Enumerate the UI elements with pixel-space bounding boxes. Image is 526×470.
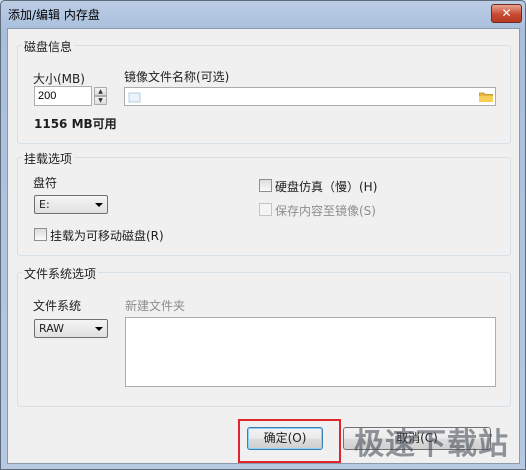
save-to-image-label: 保存内容至镜像(S)	[275, 204, 376, 218]
fs-label: 文件系统	[33, 299, 82, 313]
removable-label: 挂载为可移动磁盘(R)	[50, 229, 164, 243]
new-folder-label: 新建文件夹	[125, 299, 186, 313]
removable-checkbox[interactable]	[34, 228, 47, 241]
disk-info-group-label: 磁盘信息	[22, 38, 75, 55]
new-folder-list[interactable]	[125, 317, 496, 387]
hdd-emulation-checkbox[interactable]	[259, 179, 272, 192]
fs-value: RAW	[39, 322, 64, 335]
image-name-input[interactable]	[124, 87, 496, 106]
fs-select[interactable]: RAW	[34, 319, 108, 338]
size-input[interactable]	[34, 86, 92, 106]
dialog-body: 磁盘信息 大小(MB) ▲ ▼ 1156 MB可用 镜像文件名称(可选) 挂载选…	[7, 28, 520, 464]
watermark-text: 极速下载站	[354, 427, 509, 462]
available-space: 1156 MB可用	[34, 117, 117, 131]
chevron-down-icon	[95, 327, 103, 331]
size-spin-up[interactable]: ▲	[94, 87, 107, 96]
chevron-down-icon	[95, 203, 103, 207]
file-icon	[128, 92, 141, 103]
size-spin-down[interactable]: ▼	[94, 96, 107, 105]
close-button[interactable]: ✕	[491, 4, 522, 23]
image-name-label: 镜像文件名称(可选)	[124, 70, 230, 84]
drive-letter-select[interactable]: E:	[34, 195, 108, 214]
browse-folder-icon[interactable]	[479, 91, 493, 102]
size-label: 大小(MB)	[33, 72, 85, 86]
save-to-image-checkbox[interactable]	[259, 203, 272, 216]
drive-letter-value: E:	[39, 198, 50, 211]
mount-options-group-label: 挂载选项	[22, 150, 75, 167]
drive-letter-label: 盘符	[33, 176, 58, 190]
hdd-emulation-label: 硬盘仿真（慢）(H)	[275, 180, 378, 194]
title-bar[interactable]: 添加/编辑 内存盘 ✕	[1, 1, 525, 27]
window-title: 添加/编辑 内存盘	[8, 8, 100, 22]
close-icon: ✕	[501, 6, 512, 20]
dialog-window: 添加/编辑 内存盘 ✕ 磁盘信息 大小(MB) ▲ ▼ 1156 MB可用 镜像…	[0, 0, 526, 470]
highlight-box	[238, 419, 341, 463]
fs-options-group-label: 文件系统选项	[22, 265, 99, 282]
